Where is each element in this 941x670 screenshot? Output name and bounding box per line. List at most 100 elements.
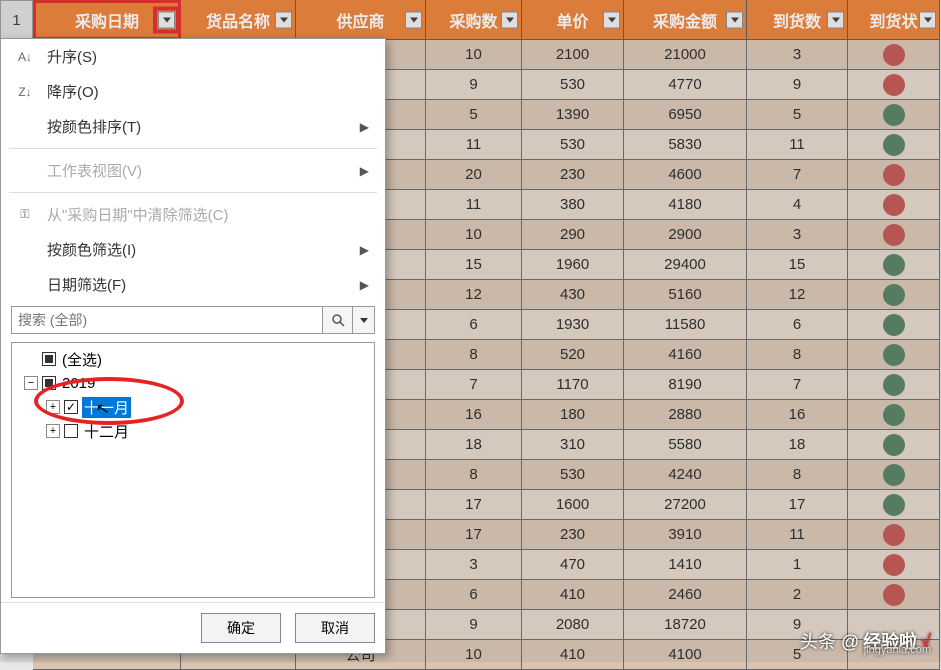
table-cell[interactable]: 16 (426, 400, 522, 430)
table-cell[interactable]: 530 (522, 130, 624, 160)
column-header[interactable]: 货品名称 (181, 0, 296, 40)
table-cell[interactable]: 7 (747, 160, 848, 190)
table-cell[interactable]: 6950 (624, 100, 747, 130)
table-cell[interactable]: 3910 (624, 520, 747, 550)
table-cell[interactable] (848, 370, 940, 400)
table-cell[interactable]: 2 (747, 580, 848, 610)
table-cell[interactable]: 2900 (624, 220, 747, 250)
date-filter[interactable]: 日期筛选(F) ▶ (1, 267, 385, 302)
table-cell[interactable] (848, 310, 940, 340)
table-cell[interactable]: 380 (522, 190, 624, 220)
table-cell[interactable]: 18 (747, 430, 848, 460)
table-cell[interactable]: 2080 (522, 610, 624, 640)
table-cell[interactable]: 27200 (624, 490, 747, 520)
table-cell[interactable]: 230 (522, 520, 624, 550)
table-cell[interactable]: 5830 (624, 130, 747, 160)
table-cell[interactable]: 9 (747, 70, 848, 100)
table-cell[interactable]: 2460 (624, 580, 747, 610)
table-cell[interactable] (848, 430, 940, 460)
table-cell[interactable]: 5 (426, 100, 522, 130)
table-cell[interactable]: 230 (522, 160, 624, 190)
sort-descending[interactable]: Z↓ 降序(O) (1, 74, 385, 109)
tree-year-2019[interactable]: − 2019 (16, 371, 370, 395)
table-cell[interactable]: 1600 (522, 490, 624, 520)
filter-by-color[interactable]: 按颜色筛选(I) ▶ (1, 232, 385, 267)
table-cell[interactable]: 11 (426, 130, 522, 160)
table-cell[interactable]: 530 (522, 70, 624, 100)
table-cell[interactable] (848, 460, 940, 490)
table-cell[interactable]: 1410 (624, 550, 747, 580)
checkbox-partial[interactable] (42, 352, 56, 366)
table-cell[interactable]: 410 (522, 580, 624, 610)
tree-month-dec[interactable]: + 十二月 (16, 419, 370, 443)
table-cell[interactable]: 530 (522, 460, 624, 490)
table-cell[interactable] (848, 490, 940, 520)
table-cell[interactable]: 18720 (624, 610, 747, 640)
table-cell[interactable]: 11 (426, 190, 522, 220)
table-cell[interactable]: 17 (426, 490, 522, 520)
table-cell[interactable]: 9 (426, 70, 522, 100)
table-cell[interactable]: 2880 (624, 400, 747, 430)
table-cell[interactable]: 2100 (522, 40, 624, 70)
sort-ascending[interactable]: A↓ 升序(S) (1, 39, 385, 74)
filter-button[interactable] (405, 11, 422, 28)
table-cell[interactable]: 15 (426, 250, 522, 280)
table-cell[interactable]: 29400 (624, 250, 747, 280)
row-number-header[interactable]: 1 (0, 0, 33, 40)
column-header[interactable]: 到货数 (747, 0, 848, 40)
table-cell[interactable]: 7 (747, 370, 848, 400)
table-cell[interactable]: 8 (747, 340, 848, 370)
search-input[interactable] (11, 306, 323, 334)
table-cell[interactable] (848, 130, 940, 160)
table-cell[interactable]: 1930 (522, 310, 624, 340)
tree-select-all[interactable]: (全选) (16, 347, 370, 371)
table-cell[interactable]: 5160 (624, 280, 747, 310)
column-header[interactable]: 到货状 (848, 0, 940, 40)
search-button[interactable] (323, 306, 353, 334)
table-cell[interactable]: 1 (747, 550, 848, 580)
collapse-icon[interactable]: − (24, 376, 38, 390)
table-cell[interactable]: 4180 (624, 190, 747, 220)
checkbox-partial[interactable] (42, 376, 56, 390)
table-cell[interactable]: 310 (522, 430, 624, 460)
table-cell[interactable]: 180 (522, 400, 624, 430)
filter-button[interactable] (501, 11, 518, 28)
table-cell[interactable] (848, 40, 940, 70)
table-cell[interactable]: 17 (747, 490, 848, 520)
search-dropdown[interactable] (353, 306, 375, 334)
sort-by-color[interactable]: 按颜色排序(T) ▶ (1, 109, 385, 144)
table-cell[interactable] (848, 160, 940, 190)
table-cell[interactable]: 5 (747, 100, 848, 130)
table-cell[interactable]: 10 (426, 640, 522, 670)
column-header[interactable]: 采购日期 (33, 0, 181, 40)
table-cell[interactable] (848, 100, 940, 130)
table-cell[interactable]: 7 (426, 370, 522, 400)
filter-button[interactable] (603, 11, 620, 28)
table-cell[interactable]: 430 (522, 280, 624, 310)
table-cell[interactable] (848, 400, 940, 430)
table-cell[interactable]: 5580 (624, 430, 747, 460)
table-cell[interactable]: 12 (426, 280, 522, 310)
table-cell[interactable]: 15 (747, 250, 848, 280)
table-cell[interactable] (848, 580, 940, 610)
table-cell[interactable]: 10 (426, 220, 522, 250)
column-header[interactable]: 采购数 (426, 0, 522, 40)
table-cell[interactable]: 290 (522, 220, 624, 250)
table-cell[interactable] (848, 550, 940, 580)
column-header[interactable]: 供应商 (296, 0, 426, 40)
column-header[interactable]: 采购金额 (624, 0, 747, 40)
table-cell[interactable]: 18 (426, 430, 522, 460)
table-cell[interactable]: 4240 (624, 460, 747, 490)
table-cell[interactable]: 520 (522, 340, 624, 370)
checkbox-unchecked[interactable] (64, 424, 78, 438)
ok-button[interactable]: 确定 (201, 613, 281, 643)
table-cell[interactable]: 470 (522, 550, 624, 580)
filter-button[interactable] (827, 11, 844, 28)
table-cell[interactable] (848, 280, 940, 310)
table-cell[interactable]: 4770 (624, 70, 747, 100)
table-cell[interactable]: 4100 (624, 640, 747, 670)
table-cell[interactable]: 3 (426, 550, 522, 580)
table-cell[interactable] (848, 340, 940, 370)
table-cell[interactable]: 6 (426, 310, 522, 340)
table-cell[interactable] (848, 520, 940, 550)
